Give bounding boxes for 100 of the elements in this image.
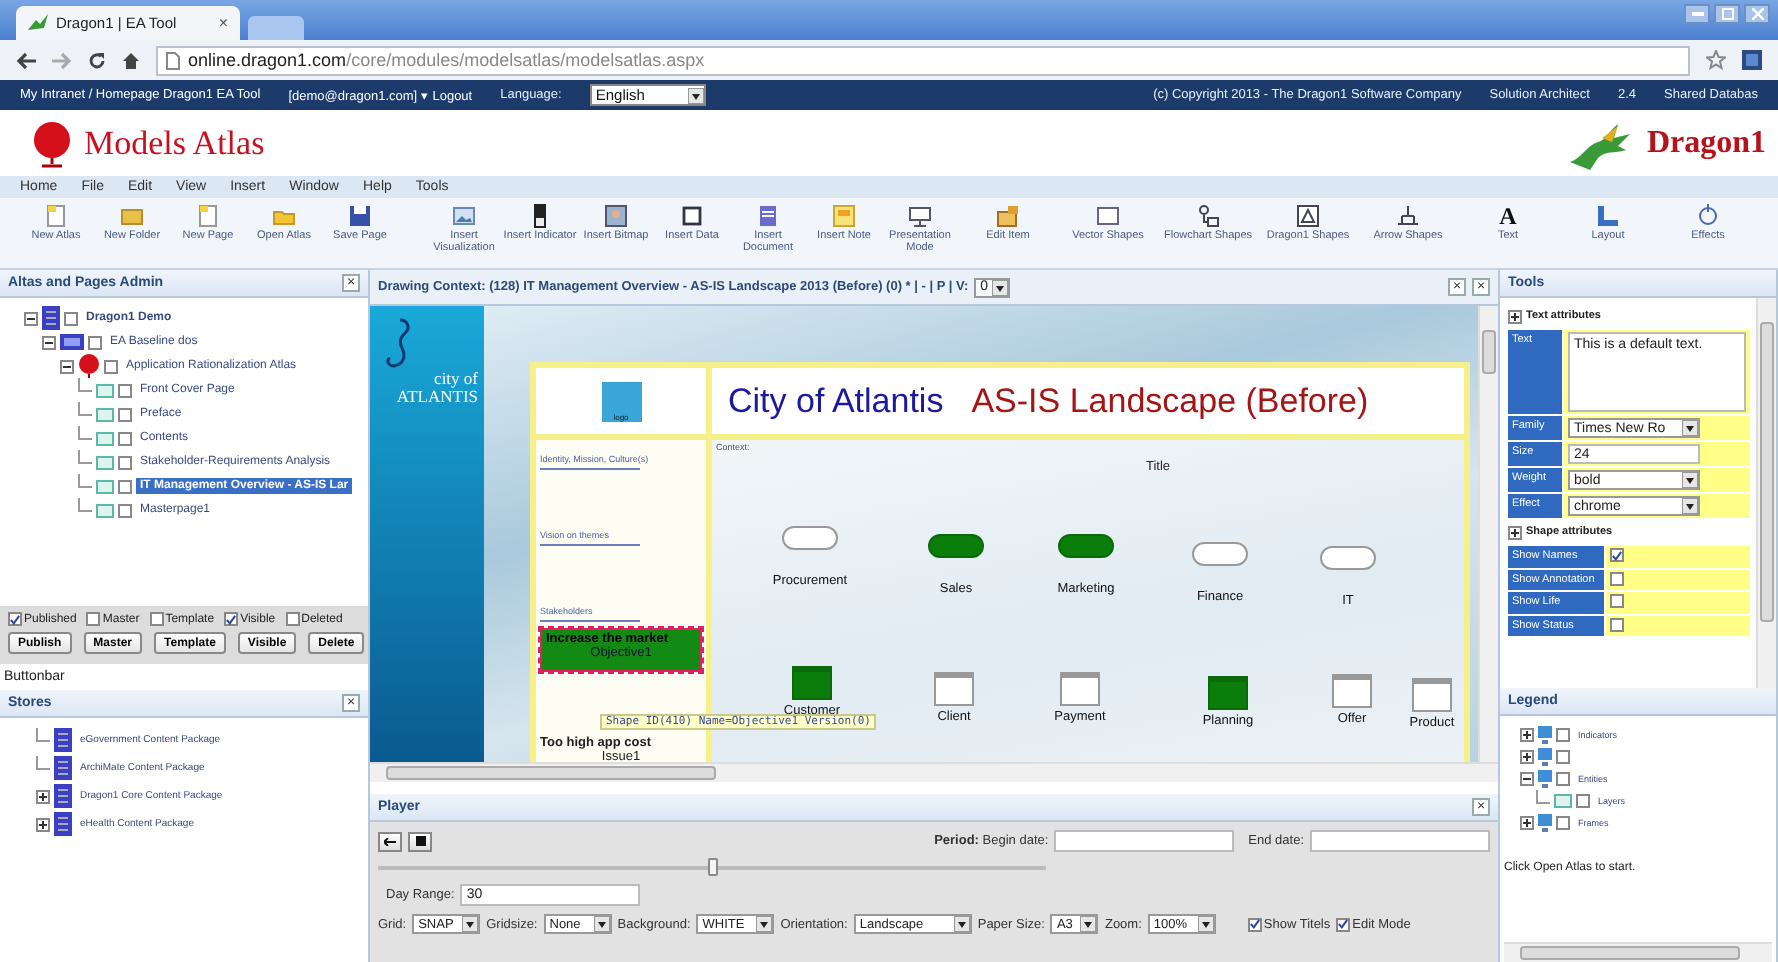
caret-icon [1197, 916, 1214, 932]
picture-icon [452, 204, 476, 228]
function-shape[interactable] [782, 526, 838, 550]
stop-button[interactable] [408, 831, 432, 851]
checkbox[interactable] [118, 431, 132, 445]
end-date-field[interactable] [1310, 830, 1490, 852]
caret-icon [462, 916, 479, 932]
tab-close-button[interactable]: × [218, 14, 228, 32]
picture-icon [604, 204, 628, 228]
maximize-icon [1721, 8, 1733, 20]
checkbox[interactable] [1610, 617, 1624, 632]
checkbox[interactable] [1247, 917, 1262, 931]
monitor-icon [1538, 748, 1552, 766]
checkbox[interactable] [1576, 794, 1590, 808]
expand-icon[interactable] [1520, 816, 1534, 830]
address-field[interactable]: online.dragon1.com/core/modules/modelsatlas/modelsatlas.aspx [156, 45, 1690, 75]
checkbox[interactable] [1556, 728, 1570, 742]
globe-icon [78, 354, 100, 378]
checkbox[interactable] [285, 612, 300, 626]
checkbox[interactable] [1556, 750, 1570, 764]
brand-name: Dragon1 [1646, 125, 1766, 161]
collapse-icon[interactable] [60, 359, 74, 373]
checkbox[interactable] [224, 612, 239, 626]
document-icon [44, 204, 68, 228]
document-icon [196, 204, 220, 228]
expand-icon[interactable] [36, 817, 50, 831]
checkbox[interactable] [1556, 816, 1570, 830]
page-icon [166, 51, 180, 69]
checkbox[interactable] [1556, 772, 1570, 786]
back-arrow-icon[interactable] [16, 51, 36, 69]
square-icon [680, 204, 704, 228]
caret-icon [756, 916, 773, 932]
slider-thumb[interactable] [708, 858, 718, 876]
expand-icon[interactable] [1508, 309, 1522, 323]
caret-icon [687, 87, 704, 103]
checkbox[interactable] [8, 612, 22, 626]
page-icon [1554, 794, 1572, 808]
close-button[interactable] [1744, 4, 1770, 24]
monitor-icon [1538, 770, 1552, 788]
collapse-icon[interactable] [42, 335, 56, 349]
home-icon[interactable] [122, 51, 140, 69]
star-icon[interactable] [1706, 50, 1726, 70]
database-icon [54, 784, 72, 808]
collapse-icon[interactable] [1520, 772, 1534, 786]
checkbox[interactable] [88, 335, 102, 349]
function-shape[interactable] [928, 534, 984, 558]
monitor-icon [1538, 726, 1552, 744]
minimize-button[interactable] [1684, 4, 1710, 24]
function-shape[interactable] [1192, 542, 1248, 566]
database-icon [54, 812, 72, 836]
vertical-scrollbar[interactable] [1756, 298, 1776, 688]
banner-text: ATLANTIS [396, 388, 478, 406]
caret-icon [1682, 472, 1698, 488]
caret-icon [953, 916, 970, 932]
function-shape[interactable] [1058, 534, 1114, 558]
monitor-icon [1538, 814, 1552, 832]
checkbox[interactable] [149, 612, 164, 626]
entity-shape[interactable] [934, 672, 974, 706]
checkbox[interactable] [64, 311, 78, 325]
reload-icon[interactable] [88, 51, 106, 69]
function-shape[interactable] [1320, 546, 1376, 570]
checkbox[interactable] [1610, 571, 1624, 586]
checkbox[interactable] [118, 503, 132, 517]
collapse-icon[interactable] [24, 311, 38, 325]
note-icon [832, 204, 856, 228]
checkbox[interactable] [1610, 594, 1624, 609]
box-icon [996, 204, 1020, 228]
expand-icon[interactable] [1508, 525, 1522, 539]
checkbox[interactable] [118, 455, 132, 469]
entity-shape[interactable] [1060, 672, 1100, 706]
rewind-button[interactable] [378, 831, 402, 851]
horizontal-scrollbar[interactable] [1504, 942, 1772, 962]
database-icon [54, 728, 72, 752]
begin-date-field[interactable] [1054, 830, 1235, 852]
effects-icon [1696, 204, 1720, 228]
vertical-scrollbar[interactable] [1478, 306, 1498, 762]
checkbox[interactable] [104, 359, 118, 373]
globe-logo-icon [32, 119, 72, 167]
forward-arrow-icon[interactable] [52, 51, 72, 69]
expand-icon[interactable] [1520, 728, 1534, 742]
checkbox[interactable] [118, 407, 132, 421]
document-icon [756, 204, 780, 228]
extension-icon[interactable] [1742, 50, 1762, 70]
checkbox[interactable] [86, 612, 101, 626]
checkbox[interactable] [118, 479, 132, 493]
entity-shape[interactable] [1332, 674, 1372, 708]
checkbox[interactable] [118, 383, 132, 397]
close-icon [1751, 8, 1763, 20]
expand-icon[interactable] [36, 789, 50, 803]
caret-icon [1080, 916, 1097, 932]
expand-icon[interactable] [1520, 750, 1534, 764]
maximize-button[interactable] [1714, 4, 1740, 24]
seahorse-drawing [384, 318, 416, 370]
entity-shape[interactable] [1412, 678, 1452, 712]
checkbox[interactable] [1610, 548, 1624, 562]
stop-icon [415, 836, 425, 846]
horizontal-scrollbar[interactable] [370, 762, 1498, 782]
checkbox[interactable] [1336, 917, 1351, 931]
database-icon [54, 756, 72, 780]
page-subtitle: AS-IS Landscape (Before) [971, 381, 1369, 421]
